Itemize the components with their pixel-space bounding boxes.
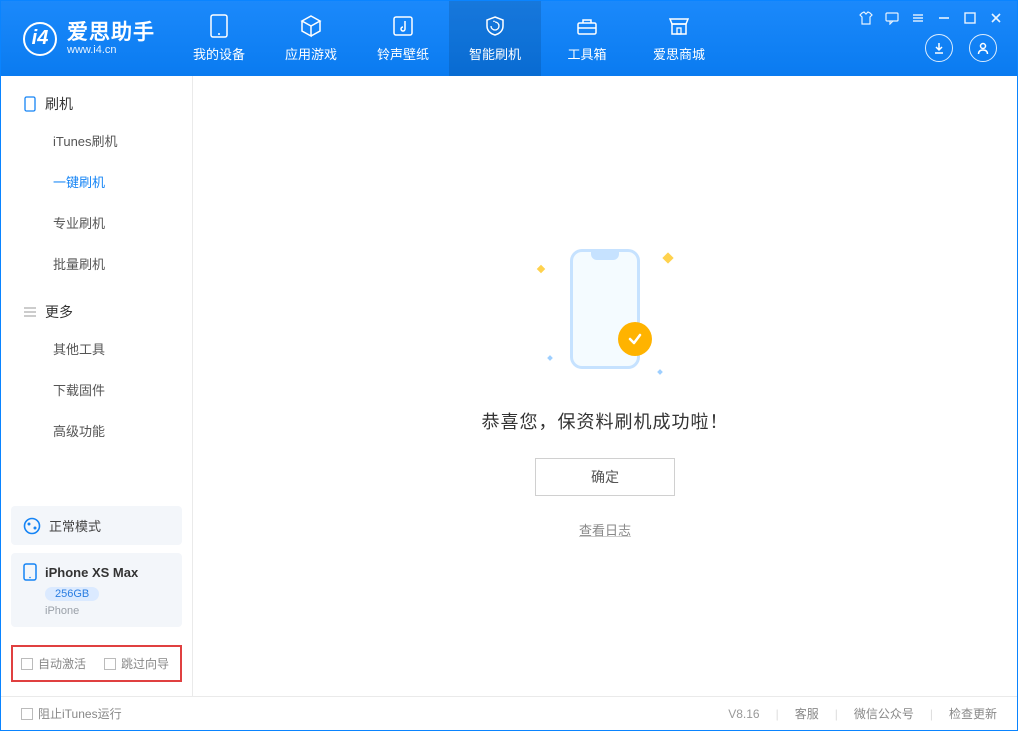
body: 刷机 iTunes刷机 一键刷机 专业刷机 批量刷机 更多 其他工具 下载固件 … (1, 76, 1017, 696)
checkbox-label: 阻止iTunes运行 (38, 705, 122, 722)
maximize-button[interactable] (963, 11, 977, 25)
mode-icon (23, 517, 41, 535)
check-update-link[interactable]: 检查更新 (949, 705, 997, 722)
sidebar-item-itunes-flash[interactable]: iTunes刷机 (1, 120, 192, 161)
menu-icon[interactable] (911, 11, 925, 25)
titlebar: i4 爱思助手 www.i4.cn 我的设备 应用游戏 (1, 1, 1017, 76)
close-button[interactable] (989, 11, 1003, 25)
store-icon (667, 14, 691, 38)
check-badge-icon (618, 322, 652, 356)
feedback-icon[interactable] (885, 11, 899, 25)
checkbox-icon (104, 658, 116, 670)
nav-label: 我的设备 (193, 44, 245, 63)
success-illustration (520, 234, 690, 384)
device-type: iPhone (45, 605, 170, 617)
sidebar-item-other-tools[interactable]: 其他工具 (1, 328, 192, 369)
app-title: 爱思助手 (67, 22, 155, 43)
nav-toolbox[interactable]: 工具箱 (541, 1, 633, 76)
nav-ringtones-wallpapers[interactable]: 铃声壁纸 (357, 1, 449, 76)
nav-smart-flash[interactable]: 智能刷机 (449, 1, 541, 76)
checkbox-label: 自动激活 (38, 655, 86, 672)
device-capacity-chip: 256GB (45, 587, 99, 601)
mode-label: 正常模式 (49, 516, 101, 535)
view-log-link[interactable]: 查看日志 (579, 520, 631, 539)
sidebar-section-more: 更多 (1, 284, 192, 328)
logo-area: i4 爱思助手 www.i4.cn (1, 1, 173, 76)
cube-icon (299, 14, 323, 38)
flash-options-row: 自动激活 跳过向导 (11, 645, 182, 682)
app-subtitle: www.i4.cn (67, 45, 155, 56)
skip-guide-checkbox[interactable]: 跳过向导 (104, 655, 169, 672)
sidebar-section-flash: 刷机 (1, 76, 192, 120)
sidebar: 刷机 iTunes刷机 一键刷机 专业刷机 批量刷机 更多 其他工具 下载固件 … (1, 76, 193, 696)
checkbox-label: 跳过向导 (121, 655, 169, 672)
sidebar-item-download-firmware[interactable]: 下载固件 (1, 369, 192, 410)
list-icon (23, 305, 37, 319)
sidebar-item-pro-flash[interactable]: 专业刷机 (1, 202, 192, 243)
sidebar-item-batch-flash[interactable]: 批量刷机 (1, 243, 192, 284)
nav-label: 应用游戏 (285, 44, 337, 63)
device-mode-card[interactable]: 正常模式 (11, 506, 182, 545)
nav-label: 铃声壁纸 (377, 44, 429, 63)
auto-activate-checkbox[interactable]: 自动激活 (21, 655, 86, 672)
nav-label: 工具箱 (567, 44, 606, 63)
nav-label: 爱思商城 (653, 44, 705, 63)
version-label: V8.16 (728, 707, 759, 721)
footer-right: V8.16 | 客服 | 微信公众号 | 检查更新 (728, 705, 997, 722)
success-message: 恭喜您，保资料刷机成功啦！ (482, 408, 729, 434)
music-note-icon (391, 14, 415, 38)
nav-label: 智能刷机 (469, 44, 521, 63)
device-name: iPhone XS Max (45, 565, 138, 580)
top-nav: 我的设备 应用游戏 铃声壁纸 智能刷机 (173, 1, 725, 76)
toolbox-icon (575, 14, 599, 38)
app-logo-icon: i4 (23, 22, 57, 56)
ok-button[interactable]: 确定 (535, 458, 675, 496)
main-content: 恭喜您，保资料刷机成功啦！ 确定 查看日志 (193, 76, 1017, 696)
app-window: i4 爱思助手 www.i4.cn 我的设备 应用游戏 (0, 0, 1018, 731)
header-actions (925, 34, 997, 62)
window-controls (859, 11, 1003, 25)
wechat-link[interactable]: 微信公众号 (854, 705, 914, 722)
nav-apps-games[interactable]: 应用游戏 (265, 1, 357, 76)
support-link[interactable]: 客服 (795, 705, 819, 722)
block-itunes-checkbox[interactable]: 阻止iTunes运行 (21, 705, 122, 722)
device-info-card[interactable]: iPhone XS Max 256GB iPhone (11, 553, 182, 627)
status-bar: 阻止iTunes运行 V8.16 | 客服 | 微信公众号 | 检查更新 (1, 696, 1017, 730)
phone-small-icon (23, 97, 37, 111)
download-button[interactable] (925, 34, 953, 62)
section-label: 刷机 (45, 94, 73, 114)
minimize-button[interactable] (937, 11, 951, 25)
section-label: 更多 (45, 302, 73, 322)
checkbox-icon (21, 708, 33, 720)
footer-left: 阻止iTunes运行 (21, 705, 122, 722)
user-account-button[interactable] (969, 34, 997, 62)
phone-icon (207, 14, 231, 38)
nav-store[interactable]: 爱思商城 (633, 1, 725, 76)
refresh-shield-icon (483, 14, 507, 38)
logo-text: 爱思助手 www.i4.cn (67, 22, 155, 56)
nav-my-device[interactable]: 我的设备 (173, 1, 265, 76)
sidebar-item-advanced[interactable]: 高级功能 (1, 410, 192, 451)
checkbox-icon (21, 658, 33, 670)
device-phone-icon (23, 563, 37, 581)
sidebar-item-oneclick-flash[interactable]: 一键刷机 (1, 161, 192, 202)
tshirt-icon[interactable] (859, 11, 873, 25)
